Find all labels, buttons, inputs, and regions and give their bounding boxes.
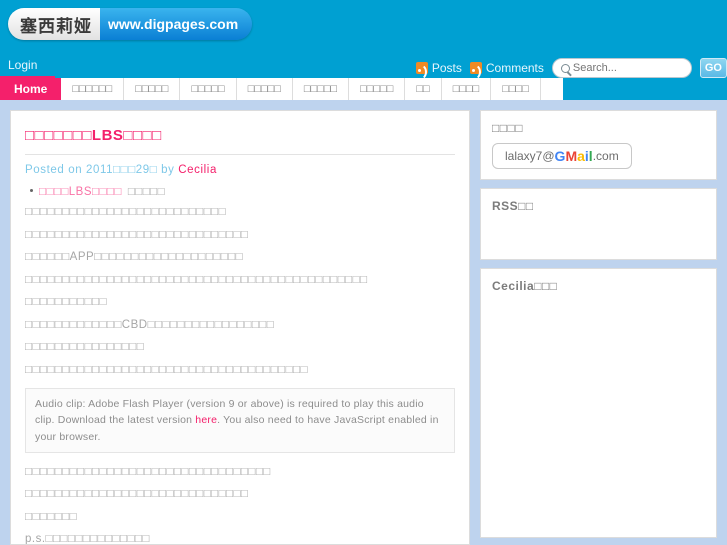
- rss-icon: [415, 62, 428, 74]
- posts-feed-label: Posts: [431, 61, 462, 75]
- flash-player-notice: Audio clip: Adobe Flash Player (version …: [25, 388, 455, 453]
- flash-download-link[interactable]: here: [195, 414, 217, 426]
- post-paragraph: □□□□□□□□□□□: [25, 296, 107, 309]
- site-header: 塞西莉娅 www.digpages.com Login Posts Commen…: [0, 0, 727, 100]
- widget-about-author: Cecilia□□□: [480, 268, 717, 538]
- page-title: □□□□□□□LBS□□□□: [25, 127, 455, 155]
- widget-title: RSS□□: [492, 199, 534, 213]
- post-meta: Posted on 2011□□□29□ by Cecilia: [25, 155, 455, 186]
- comments-feed-link[interactable]: Comments: [469, 61, 544, 75]
- search-box[interactable]: [551, 58, 692, 78]
- post-meta-by: by: [157, 164, 179, 176]
- nav-tail: [540, 78, 563, 100]
- email-badge[interactable]: lalaxy7@ G Ma i l .com: [492, 143, 632, 169]
- post-paragraph: □□□□□□□: [25, 510, 78, 523]
- post-author-link[interactable]: Cecilia: [178, 164, 217, 176]
- widget-title: Cecilia□□□: [492, 279, 558, 293]
- logo-name-cn: 塞西莉娅: [8, 8, 100, 40]
- search-input[interactable]: [572, 62, 683, 74]
- posts-feed-link[interactable]: Posts: [415, 61, 462, 75]
- post-paragraph: □□□□□□□□□□□□□□□□□□□□□□□□□□□□□□□□□□□□□□: [25, 363, 308, 376]
- nav-item-2[interactable]: □□□□□: [124, 78, 181, 100]
- post-paragraph: □□□□□□□□□□□□□□□□: [25, 341, 145, 354]
- widget-contact: □□□□ lalaxy7@ G Ma i l .com: [480, 110, 717, 180]
- main-nav: Home □□□□□□ □□□□□ □□□□□ □□□□□ □□□□□ □□□□…: [0, 78, 563, 100]
- login-link[interactable]: Login: [8, 58, 37, 72]
- nav-item-4[interactable]: □□□□□: [236, 78, 293, 100]
- nav-item-7[interactable]: □□: [405, 78, 442, 100]
- post-paragraph-ps: p.s.□□□□□□□□□□□□□□: [25, 533, 150, 545]
- nav-item-9[interactable]: □□□□: [491, 78, 541, 100]
- widget-title: □□□□: [492, 121, 523, 135]
- bullet-text-pink: □□□□LBS□□□□: [39, 186, 122, 198]
- nav-item-1[interactable]: □□□□□□: [61, 78, 125, 100]
- bullet-text-gray: □□□□□: [127, 186, 166, 198]
- email-user: lalaxy7@: [505, 149, 555, 163]
- post-paragraph: □□□□□□□□□□□□□CBD□□□□□□□□□□□□□□□□□: [25, 318, 275, 331]
- site-logo[interactable]: 塞西莉娅 www.digpages.com: [8, 8, 253, 40]
- bullet-icon: [30, 189, 33, 192]
- nav-item-6[interactable]: □□□□□: [349, 78, 406, 100]
- post-paragraph: □□□□□□APP□□□□□□□□□□□□□□□□□□□□: [25, 251, 244, 264]
- page-body: □□□□□□□LBS□□□□ Posted on 2011□□□29□ by C…: [0, 100, 727, 545]
- sidebar: □□□□ lalaxy7@ G Ma i l .com RSS□□ Cecilia□□□: [480, 110, 717, 545]
- list-item: □□□□LBS□□□□ □□□□□: [25, 186, 455, 198]
- nav-item-home[interactable]: Home: [0, 78, 62, 100]
- header-utility-bar: Posts Comments GO: [415, 58, 727, 78]
- nav-item-5[interactable]: □□□□□: [292, 78, 350, 100]
- post-article: □□□□□□□LBS□□□□ Posted on 2011□□□29□ by C…: [10, 110, 470, 545]
- gmail-logo-m: M: [565, 148, 578, 164]
- post-paragraph: □□□□□□□□□□□□□□□□□□□□□□□□□□□: [25, 206, 227, 218]
- gmail-logo-g: G: [554, 148, 566, 164]
- post-paragraph: □□□□□□□□□□□□□□□□□□□□□□□□□□□□□□: [25, 228, 249, 241]
- nav-item-3[interactable]: □□□□□: [180, 78, 237, 100]
- post-meta-prefix: Posted on: [25, 164, 86, 176]
- widget-rss: RSS□□: [480, 188, 717, 260]
- logo-url: www.digpages.com: [100, 8, 253, 40]
- email-domain: .com: [592, 149, 619, 163]
- post-paragraph: □□□□□□□□□□□□□□□□□□□□□□□□□□□□□□□□□: [25, 465, 271, 478]
- search-icon: [560, 63, 570, 73]
- rss-icon: [469, 62, 482, 74]
- search-submit-button[interactable]: GO: [699, 58, 727, 78]
- post-date: 2011□□□29□: [85, 164, 158, 176]
- post-paragraph: □□□□□□□□□□□□□□□□□□□□□□□□□□□□□□: [25, 488, 249, 501]
- comments-feed-label: Comments: [485, 61, 544, 75]
- gmail-logo-a: a: [577, 148, 585, 164]
- post-paragraph: □□□□□□□□□□□□□□□□□□□□□□□□□□□□□□□□□□□□□□□□…: [25, 273, 368, 286]
- nav-item-8[interactable]: □□□□: [441, 78, 492, 100]
